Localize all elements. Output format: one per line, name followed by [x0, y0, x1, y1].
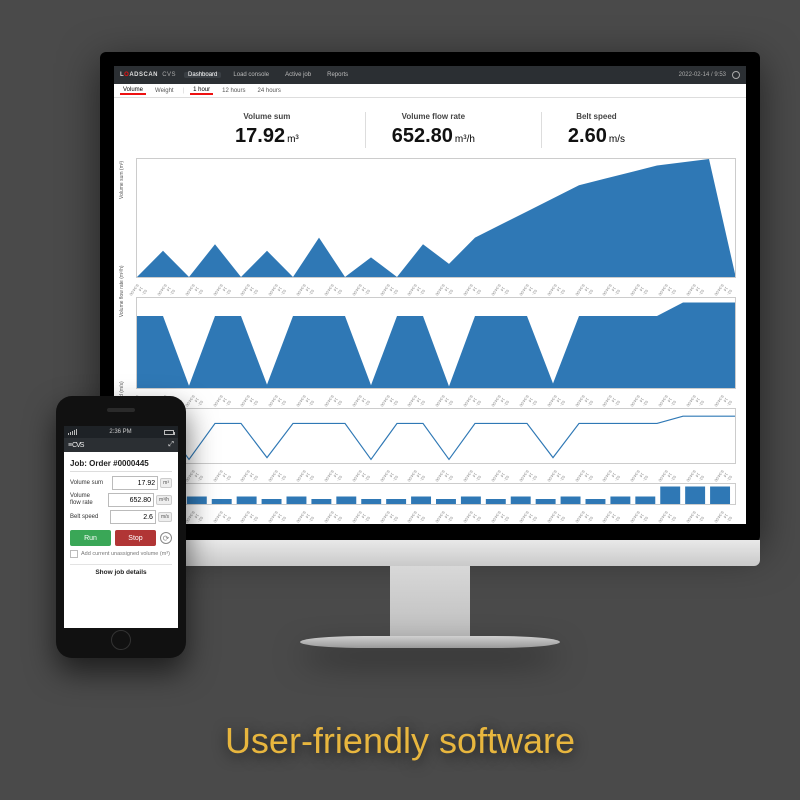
sub-nav: Volume Weight | 1 hour 12 hours 24 hours	[114, 84, 746, 98]
belt-speed-input[interactable]	[110, 510, 156, 524]
nav-active-job[interactable]: Active job	[281, 72, 315, 78]
tab-12hours[interactable]: 12 hours	[219, 88, 248, 94]
job-title: Job: Order #0000445	[70, 456, 172, 472]
status-time: 2:36 PM	[109, 429, 131, 435]
stats-row: Volume sum 17.92m³ Volume flow rate 652.…	[114, 98, 746, 158]
monitor-base	[300, 636, 560, 648]
monitor-bezel: LOADSCAN CVS Dashboard Load console Acti…	[100, 52, 760, 542]
battery-icon	[164, 430, 174, 435]
brand-logo: LOADSCAN CVS	[120, 72, 176, 78]
charts-area: Volume sum (m³) 02-14 9:34:0002-14 9:34:…	[114, 158, 746, 524]
menu-icon[interactable]: ≡ CVS	[68, 442, 83, 449]
volume-sum-input[interactable]	[112, 476, 158, 490]
nav-reports[interactable]: Reports	[323, 72, 352, 78]
mobile-app: 2:36 PM ≡ CVS ⤢ Job: Order #0000445 Volu…	[64, 426, 178, 628]
dashboard-app: LOADSCAN CVS Dashboard Load console Acti…	[114, 66, 746, 524]
hero-caption: User-friendly software	[0, 720, 800, 762]
field-label: Volume sum	[70, 480, 103, 487]
unit-badge: m³/h	[156, 495, 172, 505]
stat-label: Volume sum	[235, 112, 299, 121]
run-button[interactable]: Run	[70, 530, 111, 546]
monitor-chin	[100, 540, 760, 566]
clock-text: 2022-02-14 / 9:53	[679, 72, 726, 78]
stat-label: Volume flow rate	[392, 112, 475, 121]
monitor-neck	[390, 566, 470, 636]
field-label: Volume flow rate	[70, 493, 93, 506]
x-ticks: 02-14 9:34:0002-14 9:34:0002-14 9:34:000…	[136, 282, 736, 294]
tab-1hour[interactable]: 1 hour	[190, 87, 213, 95]
stat-value: 2.60	[568, 125, 607, 147]
mobile-phone: 2:36 PM ≡ CVS ⤢ Job: Order #0000445 Volu…	[56, 396, 186, 658]
row-volume-flow: Volume flow rate m³/h	[70, 493, 172, 507]
expand-icon[interactable]: ⤢	[168, 441, 174, 449]
x-ticks: 02-14 9:34:0002-14 9:34:0002-14 9:34:000…	[136, 468, 736, 480]
field-label: Belt speed	[70, 514, 98, 521]
chart-volume-sum: Volume sum (m³)	[136, 158, 736, 278]
tab-weight[interactable]: Weight	[152, 88, 177, 94]
row-volume-sum: Volume sum m³	[70, 476, 172, 490]
signal-icon	[68, 429, 77, 435]
chart-activity	[136, 483, 736, 505]
stat-volume-flow: Volume flow rate 652.80m³/h	[365, 112, 501, 148]
refresh-icon[interactable]: ⟳	[160, 532, 172, 544]
app-header: ≡ CVS ⤢	[64, 438, 178, 452]
nav-load-console[interactable]: Load console	[229, 72, 273, 78]
stat-belt-speed: Belt speed 2.60m/s	[541, 112, 651, 148]
desktop-monitor: LOADSCAN CVS Dashboard Load console Acti…	[100, 52, 760, 648]
volume-flow-input[interactable]	[108, 493, 154, 507]
add-volume-checkbox[interactable]: Add current unassigned volume (m³)	[70, 550, 172, 558]
chart-belt-speed: Belt speed (m/s)	[136, 408, 736, 464]
gear-icon[interactable]	[732, 71, 740, 79]
chart-volume-flow: Volume flow rate (m³/h)	[136, 297, 736, 389]
stat-value: 17.92	[235, 125, 285, 147]
row-belt-speed: Belt speed m/s	[70, 510, 172, 524]
top-nav: LOADSCAN CVS Dashboard Load console Acti…	[114, 66, 746, 84]
show-details-link[interactable]: Show job details	[70, 564, 172, 576]
x-ticks: 02-14 9:34:0002-14 9:34:0002-14 9:34:000…	[136, 509, 736, 521]
stat-value: 652.80	[392, 125, 453, 147]
stop-button[interactable]: Stop	[115, 530, 156, 546]
unit-badge: m³	[160, 478, 172, 488]
status-bar: 2:36 PM	[64, 426, 178, 438]
tab-volume[interactable]: Volume	[120, 87, 146, 95]
checkbox-icon[interactable]	[70, 550, 78, 558]
x-ticks: 02-14 9:34:0002-14 9:34:0002-14 9:34:000…	[136, 393, 736, 405]
nav-dashboard[interactable]: Dashboard	[184, 72, 221, 78]
tab-24hours[interactable]: 24 hours	[255, 88, 284, 94]
stat-label: Belt speed	[568, 112, 625, 121]
unit-badge: m/s	[158, 512, 172, 522]
stat-volume-sum: Volume sum 17.92m³	[209, 112, 325, 148]
